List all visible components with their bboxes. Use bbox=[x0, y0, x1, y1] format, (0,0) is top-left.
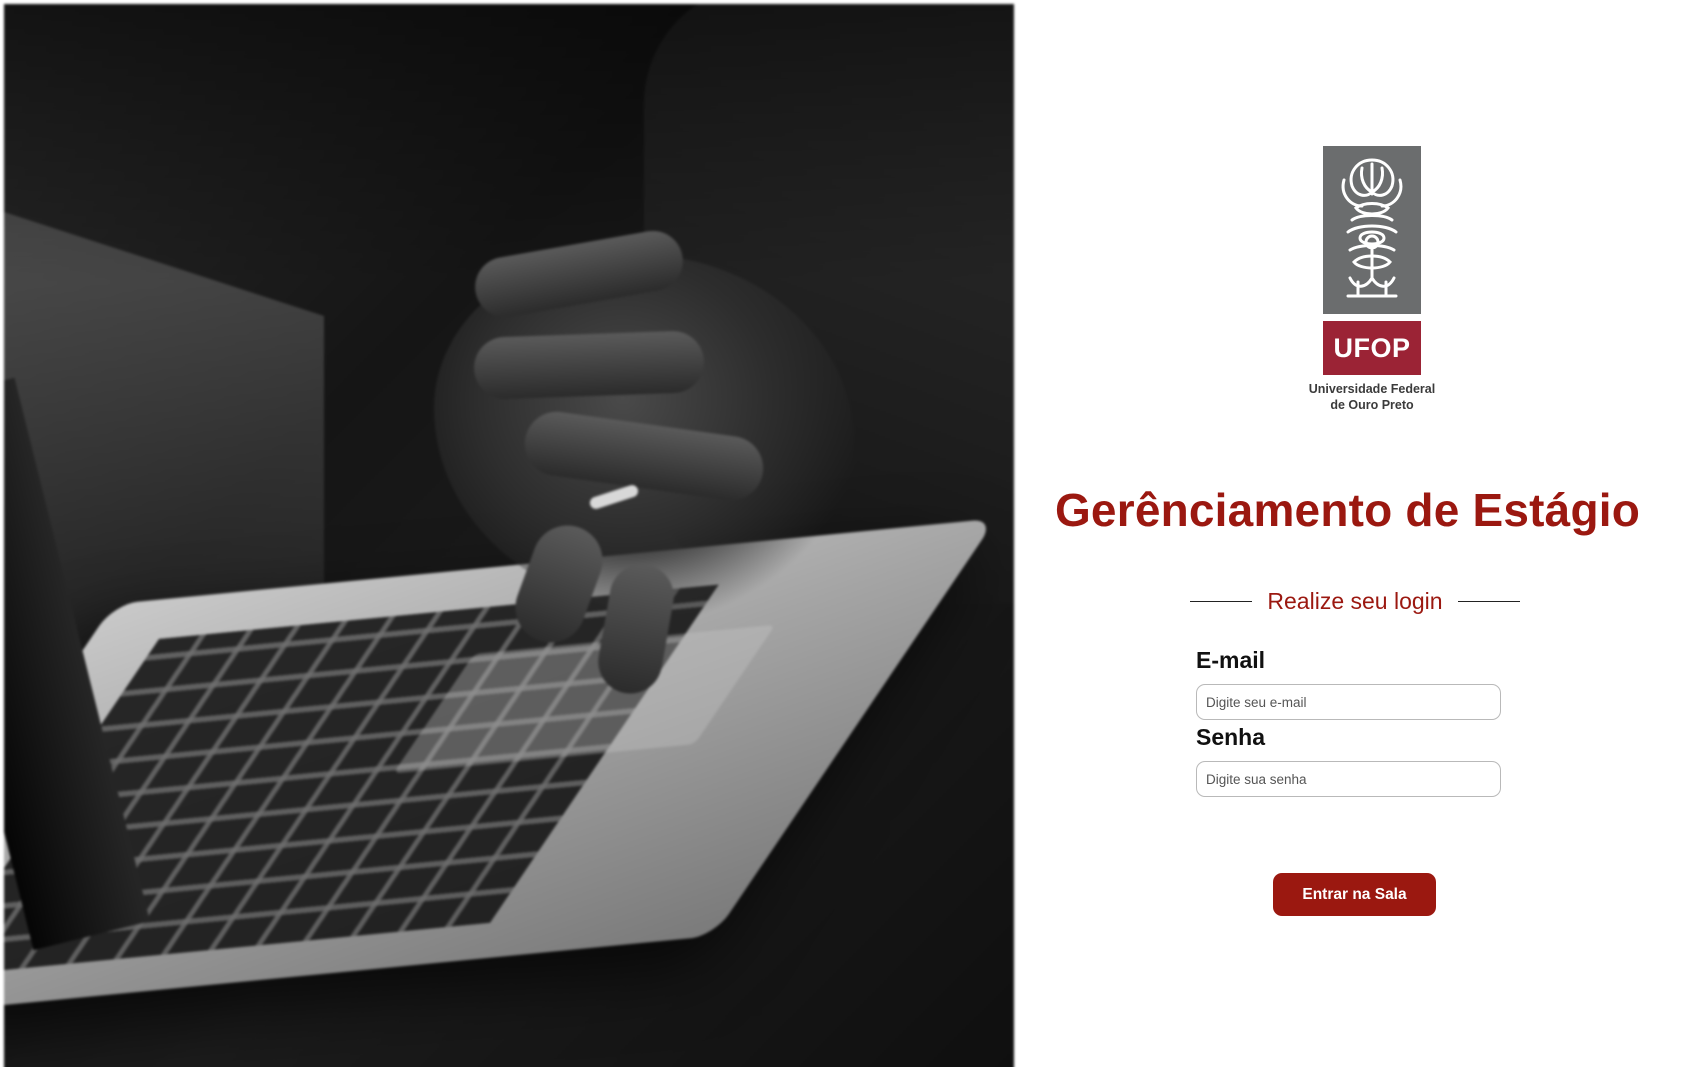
logo-caption: Universidade Federal de Ouro Preto bbox=[1307, 381, 1437, 413]
password-label: Senha bbox=[1196, 724, 1266, 750]
login-panel: UFOP Universidade Federal de Ouro Preto … bbox=[1014, 0, 1681, 1067]
login-subtitle: Realize seu login bbox=[1267, 587, 1443, 614]
ufop-logo: UFOP Universidade Federal de Ouro Preto bbox=[1307, 146, 1437, 413]
enter-room-button[interactable]: Entrar na Sala bbox=[1273, 873, 1436, 916]
page-title: Gerênciamento de Estágio bbox=[1054, 484, 1641, 536]
password-field[interactable] bbox=[1196, 761, 1501, 797]
hero-photo-laptop-typing bbox=[4, 4, 1014, 1067]
logo-caption-line2: de Ouro Preto bbox=[1330, 398, 1414, 412]
divider-left bbox=[1190, 600, 1252, 602]
email-label: E-mail bbox=[1196, 647, 1266, 673]
ornamental-palmette-emblem-icon bbox=[1323, 146, 1421, 314]
divider-right bbox=[1457, 600, 1520, 602]
logo-acronym: UFOP bbox=[1323, 321, 1421, 375]
email-field[interactable] bbox=[1196, 684, 1501, 720]
logo-caption-line1: Universidade Federal bbox=[1308, 382, 1436, 396]
login-subtitle-row: Realize seu login bbox=[1190, 586, 1520, 616]
